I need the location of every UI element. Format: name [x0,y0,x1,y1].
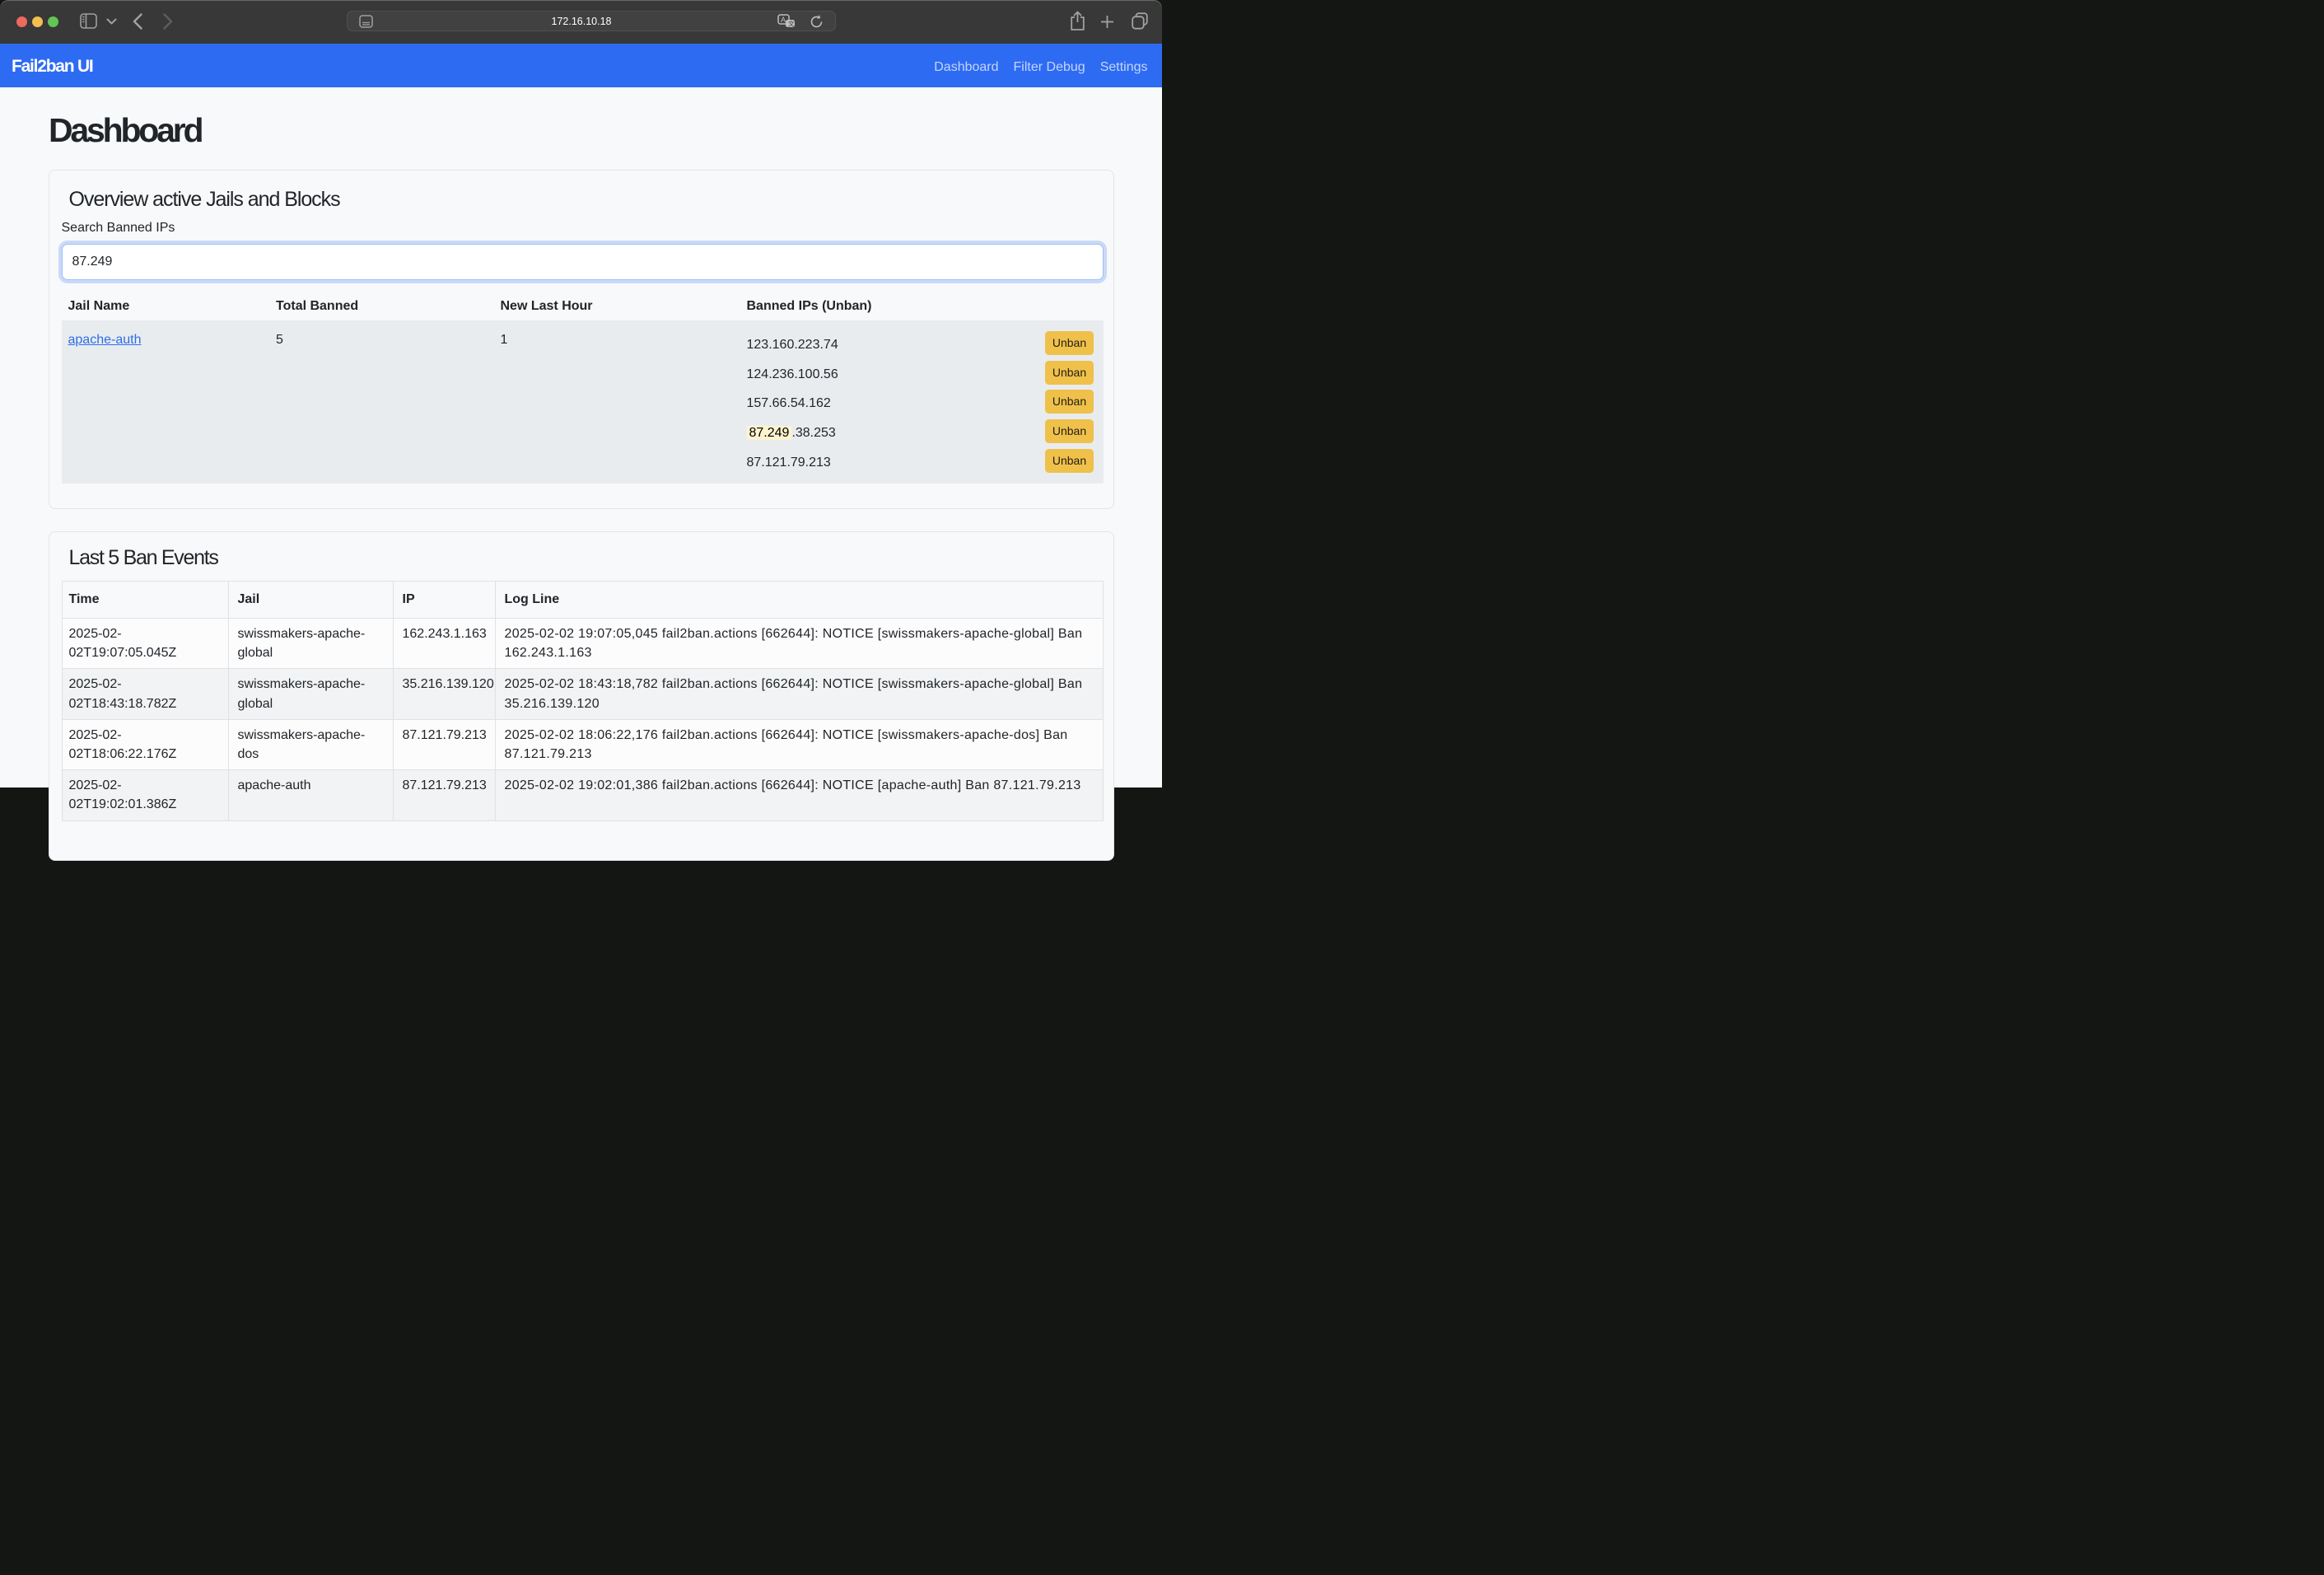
svg-text:文: 文 [788,20,795,28]
svg-text:A: A [781,16,786,24]
